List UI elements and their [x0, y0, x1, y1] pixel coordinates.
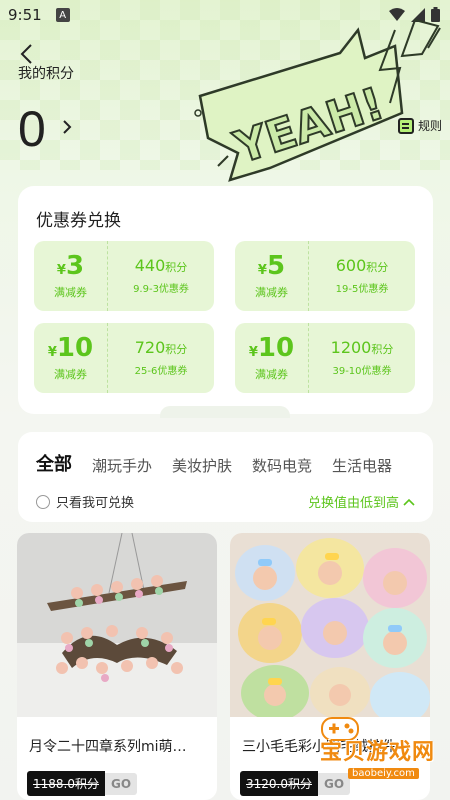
chevron-right-icon[interactable]: [60, 120, 74, 134]
coupon-section-title: 优惠券兑换: [36, 211, 121, 231]
tab-appliances[interactable]: 生活电器: [332, 455, 392, 476]
status-time: 9:51: [8, 6, 42, 24]
coupon-item[interactable]: ¥10 满减券 720积分 25-6优惠券: [34, 323, 214, 393]
coupon-value: 10: [56, 332, 94, 363]
coupon-desc: 25-6优惠券: [134, 365, 188, 377]
product-name: 月令二十四章系列mi萌…: [29, 739, 187, 755]
coupon-value: 10: [257, 332, 295, 363]
radio-button[interactable]: [36, 494, 50, 509]
coupon-item[interactable]: ¥3 满减券 440积分 9.9-3优惠券: [34, 241, 214, 311]
product-image: [230, 533, 430, 724]
only-mine-filter[interactable]: 只看我可兑换: [36, 492, 134, 511]
coupon-exchange-card: 优惠券兑换 ¥3 满减券 440积分 9.9-3优惠券 ¥5 满减券 600积分…: [18, 186, 433, 414]
watermark-text: 宝贝游戏网: [320, 740, 436, 765]
watermark: 宝贝游戏网 baobeiy.com: [290, 712, 450, 800]
page-title: 我的积分: [18, 66, 74, 82]
coupon-points: 1200: [330, 337, 372, 357]
coupon-type: 满减券: [54, 367, 87, 381]
sort-label: 兑换值由低到高: [307, 496, 399, 511]
coupon-points: 720: [134, 337, 166, 357]
coupon-points: 440: [134, 255, 166, 275]
category-panel: 全部 潮玩手办 美妆护肤 数码电竞 生活电器 只看我可兑换 兑换值由低到高: [18, 432, 433, 522]
coupon-desc: 9.9-3优惠券: [133, 283, 189, 295]
coupon-type: 满减券: [255, 285, 288, 299]
coupon-value: 3: [65, 250, 85, 281]
coupon-item[interactable]: ¥10 满减券 1200积分 39-10优惠券: [235, 323, 415, 393]
tab-all[interactable]: 全部: [36, 450, 72, 476]
price-value: 1188.0积分: [27, 771, 105, 796]
tab-digital[interactable]: 数码电竞: [252, 455, 312, 476]
tab-toys[interactable]: 潮玩手办: [92, 455, 152, 476]
sort-button[interactable]: 兑换值由低到高: [308, 492, 415, 511]
tab-beauty[interactable]: 美妆护肤: [172, 455, 232, 476]
coupon-type: 满减券: [54, 285, 87, 299]
coupon-points: 600: [335, 255, 367, 275]
rules-icon: [397, 117, 414, 134]
coupon-value: 5: [266, 250, 286, 281]
coupon-desc: 39-10优惠券: [332, 365, 392, 377]
only-mine-label: 只看我可兑换: [56, 496, 135, 511]
rules-label: 规则: [417, 119, 442, 133]
yeah-decoration: YEAH!: [194, 18, 441, 182]
watermark-url: baobeiy.com: [348, 768, 419, 779]
notification-a-icon: A: [55, 8, 70, 22]
card-notch: [160, 406, 290, 418]
coupon-desc: 19-5优惠券: [335, 283, 389, 295]
coupon-type: 满减券: [255, 367, 288, 381]
product-image: [17, 533, 217, 717]
go-button[interactable]: GO: [105, 772, 138, 795]
points-value[interactable]: 0: [18, 100, 46, 158]
coupon-item[interactable]: ¥5 满减券 600积分 19-5优惠券: [235, 241, 415, 311]
product-price[interactable]: 1188.0积分 GO: [27, 771, 138, 796]
chevron-up-icon: [403, 498, 415, 506]
category-tabs: 全部 潮玩手办 美妆护肤 数码电竞 生活电器: [36, 450, 412, 476]
rules-button[interactable]: 规则: [397, 117, 442, 134]
product-card[interactable]: 月令二十四章系列mi萌… 1188.0积分 GO: [17, 533, 217, 800]
